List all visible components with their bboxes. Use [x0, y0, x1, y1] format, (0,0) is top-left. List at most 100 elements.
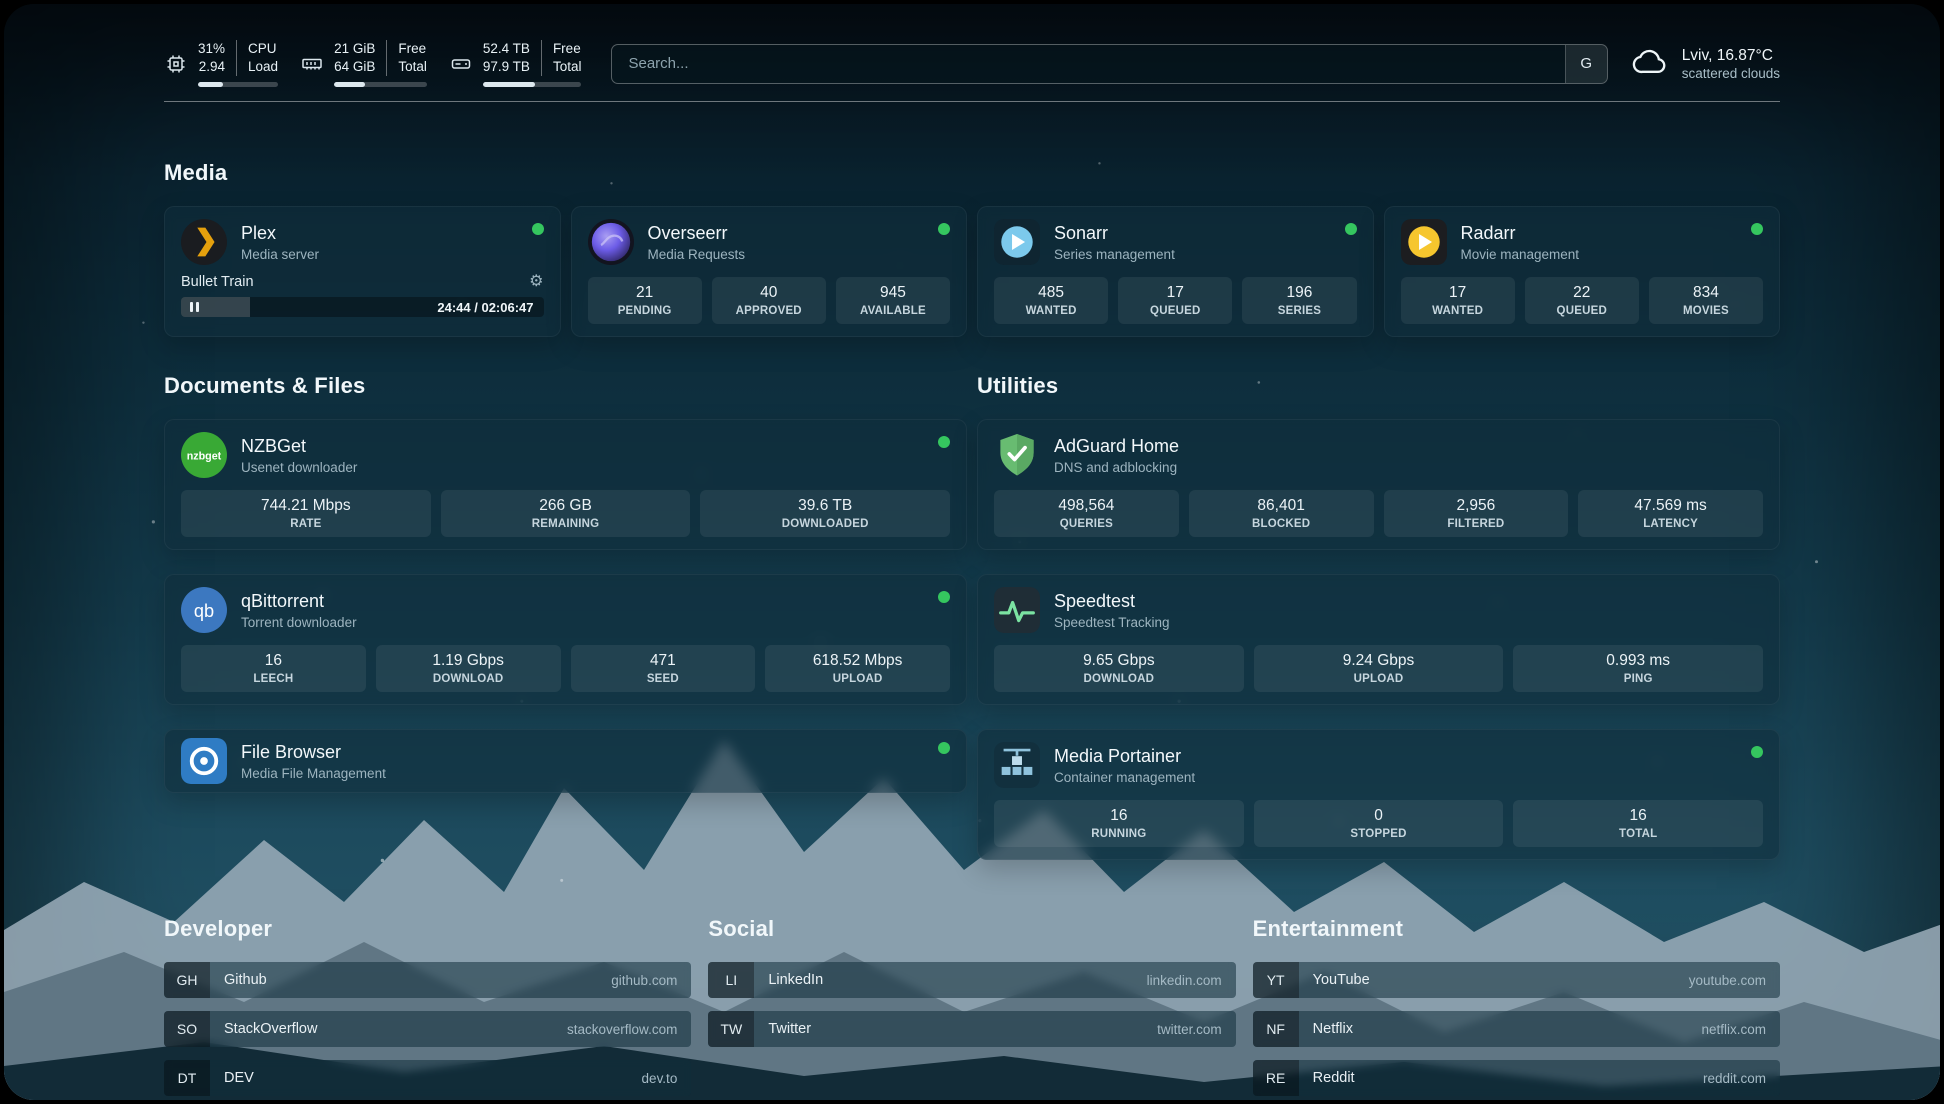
- usage-bar: [483, 82, 582, 87]
- bookmark-abbr: NF: [1253, 1011, 1299, 1047]
- player-progress-bar[interactable]: 24:44 / 02:06:47: [181, 297, 544, 317]
- now-playing-title: Bullet Train: [181, 274, 254, 290]
- bookmark-url: stackoverflow.com: [567, 1022, 677, 1037]
- stat-label: QUERIES: [998, 518, 1175, 530]
- bookmark-abbr: LI: [708, 962, 754, 998]
- bookmark-name: Github: [224, 972, 267, 988]
- bookmark-twitter[interactable]: TW Twitter twitter.com: [708, 1011, 1235, 1047]
- bookmark-url: twitter.com: [1157, 1022, 1222, 1037]
- stat-label: SEED: [575, 673, 752, 685]
- bookmark-github[interactable]: GHGithubgithub.com: [164, 962, 691, 998]
- plex-icon: [181, 219, 227, 265]
- stat-label: DOWNLOADED: [704, 518, 946, 530]
- stat-label: SERIES: [1246, 305, 1352, 317]
- service-subtitle: Container management: [1054, 770, 1195, 785]
- service-subtitle: Media server: [241, 247, 319, 262]
- stat-value: 22: [1529, 284, 1635, 302]
- stat-label: BLOCKED: [1193, 518, 1370, 530]
- bookmark-name: YouTube: [1313, 972, 1370, 988]
- section-utilities: Utilities AdGuard HomeDNS and adblocking…: [977, 373, 1780, 860]
- service-card-overseerr[interactable]: OverseerrMedia Requests21PENDING40APPROV…: [571, 206, 968, 337]
- stat-value: 196: [1246, 284, 1352, 302]
- stat-label: LATENCY: [1582, 518, 1759, 530]
- section-title-social: Social: [708, 916, 1235, 942]
- utilities-cards-stack: AdGuard HomeDNS and adblocking498,564QUE…: [977, 419, 1780, 860]
- metric-value-secondary: 64 GiB: [334, 58, 375, 76]
- service-name: Radarr: [1461, 223, 1580, 244]
- stat-label: PING: [1517, 673, 1759, 685]
- bookmark-linkedin[interactable]: LILinkedInlinkedin.com: [708, 962, 1235, 998]
- service-subtitle: Movie management: [1461, 247, 1580, 262]
- stat-value: 16: [185, 652, 362, 670]
- service-card-adguard-home[interactable]: AdGuard HomeDNS and adblocking498,564QUE…: [977, 419, 1780, 550]
- stat-box: 471SEED: [571, 645, 756, 692]
- speedtest-icon: [994, 587, 1040, 633]
- metric-value: 21 GiB: [334, 40, 375, 58]
- bookmark-name: Twitter: [768, 1021, 811, 1037]
- stat-label: WANTED: [1405, 305, 1511, 317]
- stat-value: 2,956: [1388, 497, 1565, 515]
- metric-label-secondary: Load: [248, 58, 278, 76]
- bookmark-stackoverflow[interactable]: SOStackOverflowstackoverflow.com: [164, 1011, 691, 1047]
- section-documents: Documents & Files nzbgetNZBGetUsenet dow…: [164, 373, 967, 793]
- middle-columns: Documents & Files nzbgetNZBGetUsenet dow…: [164, 373, 1780, 860]
- search-provider-button[interactable]: G: [1565, 45, 1607, 83]
- metric-value-secondary: 2.94: [199, 58, 225, 76]
- bookmark-group-developer: DeveloperGHGithubgithub.comSOStackOverfl…: [164, 916, 691, 1096]
- service-name: Overseerr: [648, 223, 746, 244]
- usage-bar-fill: [198, 82, 223, 87]
- stat-value: 16: [998, 807, 1240, 825]
- service-card-media-portainer[interactable]: Media PortainerContainer management16RUN…: [977, 729, 1780, 860]
- stat-label: MOVIES: [1653, 305, 1759, 317]
- stat-value: 9.65 Gbps: [998, 652, 1240, 670]
- metric-value-secondary: 97.9 TB: [483, 58, 530, 76]
- service-name: Sonarr: [1054, 223, 1175, 244]
- radarr-icon: [1401, 219, 1447, 265]
- stat-label: UPLOAD: [1258, 673, 1500, 685]
- status-dot: [938, 742, 950, 754]
- service-card-nzbget[interactable]: nzbgetNZBGetUsenet downloader744.21 Mbps…: [164, 419, 967, 550]
- bookmark-youtube[interactable]: YTYouTubeyoutube.com: [1253, 962, 1780, 998]
- service-card-sonarr[interactable]: SonarrSeries management485WANTED17QUEUED…: [977, 206, 1374, 337]
- stat-box: 196 SERIES: [1242, 277, 1356, 324]
- bookmark-dev[interactable]: DTDEVdev.to: [164, 1060, 691, 1096]
- stat-label: WANTED: [998, 305, 1104, 317]
- ram-icon: [300, 52, 324, 76]
- status-dot: [1345, 223, 1357, 235]
- metric-label: CPU: [248, 40, 278, 58]
- dashboard-screen: 31%2.94CPULoad21 GiB64 GiBFreeTotal52.4 …: [4, 4, 1940, 1100]
- stat-value: 0: [1258, 807, 1500, 825]
- stat-box: 39.6 TBDOWNLOADED: [700, 490, 950, 537]
- stat-value: 17: [1122, 284, 1228, 302]
- bookmark-abbr: TW: [708, 1011, 754, 1047]
- service-card-speedtest[interactable]: SpeedtestSpeedtest Tracking9.65 GbpsDOWN…: [977, 574, 1780, 705]
- status-dot: [938, 223, 950, 235]
- bookmark-netflix[interactable]: NFNetflixnetflix.com: [1253, 1011, 1780, 1047]
- stat-box: 21PENDING: [588, 277, 702, 324]
- stat-box: 17WANTED: [1401, 277, 1515, 324]
- stat-value: 9.24 Gbps: [1258, 652, 1500, 670]
- service-card-qbittorrent[interactable]: qbqBittorrentTorrent downloader16LEECH1.…: [164, 574, 967, 705]
- weather-widget: Lviv, 16.87°C scattered clouds: [1630, 41, 1780, 86]
- bookmark-group-entertainment: Entertainment YTYouTubeyoutube.com NFNetfl…: [1253, 916, 1780, 1096]
- bookmark-reddit[interactable]: RERedditreddit.com: [1253, 1060, 1780, 1096]
- service-subtitle: Speedtest Tracking: [1054, 615, 1170, 630]
- stat-label: APPROVED: [716, 305, 822, 317]
- section-title-entertainment: Entertainment: [1253, 916, 1780, 942]
- search-input[interactable]: [612, 45, 1564, 83]
- stat-label: QUEUED: [1122, 305, 1228, 317]
- stat-label: STOPPED: [1258, 828, 1500, 840]
- service-card-plex[interactable]: PlexMedia serverBullet Train⚙24:44 / 02:…: [164, 206, 561, 337]
- stat-box: 17 QUEUED: [1118, 277, 1232, 324]
- stat-box: 0 STOPPED: [1254, 800, 1504, 847]
- cloud-icon: [1630, 41, 1670, 86]
- stat-value: 16: [1517, 807, 1759, 825]
- stat-label: AVAILABLE: [840, 305, 946, 317]
- gear-icon[interactable]: ⚙: [529, 274, 543, 290]
- pause-icon[interactable]: [190, 302, 199, 312]
- service-card-radarr[interactable]: RadarrMovie management17WANTED22QUEUED83…: [1384, 206, 1781, 337]
- status-dot: [532, 223, 544, 235]
- stat-value: 47.569 ms: [1582, 497, 1759, 515]
- service-card-file-browser[interactable]: File BrowserMedia File Management: [164, 729, 967, 793]
- bookmark-url: reddit.com: [1703, 1071, 1766, 1086]
